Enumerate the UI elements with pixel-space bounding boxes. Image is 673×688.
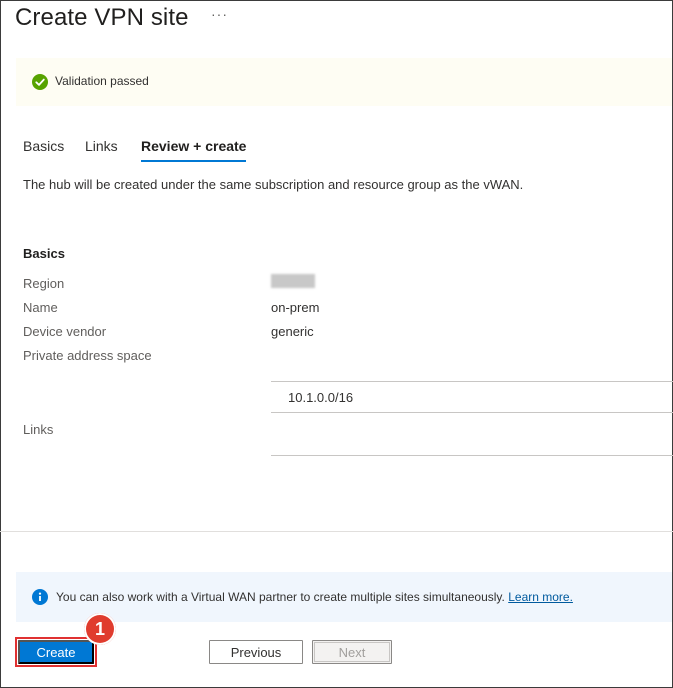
address-table-bottom-border: [271, 412, 673, 413]
more-options-button[interactable]: ···: [211, 6, 228, 22]
name-label: Name: [23, 300, 58, 315]
check-circle-icon: [32, 74, 48, 90]
next-button[interactable]: Next: [312, 640, 392, 664]
step-callout-badge: 1: [84, 613, 116, 645]
region-label: Region: [23, 276, 65, 291]
name-value: on-prem: [271, 300, 320, 315]
basics-heading: Basics: [23, 246, 65, 261]
tab-basics[interactable]: Basics: [23, 138, 64, 154]
address-table-top-border: [271, 381, 673, 382]
tab-review-create[interactable]: Review + create: [141, 138, 247, 162]
create-button[interactable]: Create: [18, 640, 94, 664]
learn-more-link[interactable]: Learn more.: [508, 590, 573, 604]
links-label: Links: [23, 422, 54, 437]
device-vendor-label: Device vendor: [23, 324, 107, 339]
info-banner: You can also work with a Virtual WAN par…: [16, 572, 672, 622]
address-space-value: 10.1.0.0/16: [288, 390, 354, 405]
info-message: You can also work with a Virtual WAN par…: [56, 590, 573, 604]
region-value-redacted: [271, 274, 315, 288]
links-table-border: [271, 455, 673, 456]
info-icon: [32, 589, 48, 605]
tab-links[interactable]: Links: [85, 138, 118, 154]
private-address-space-label: Private address space: [23, 348, 152, 363]
hub-note: The hub will be created under the same s…: [23, 177, 524, 192]
device-vendor-value: generic: [271, 324, 314, 339]
previous-button[interactable]: Previous: [209, 640, 303, 664]
validation-banner: Validation passed: [16, 58, 672, 106]
footer-divider: [0, 531, 673, 532]
validation-message: Validation passed: [55, 74, 149, 88]
page-title: Create VPN site: [15, 4, 189, 31]
info-text: You can also work with a Virtual WAN par…: [56, 590, 505, 604]
